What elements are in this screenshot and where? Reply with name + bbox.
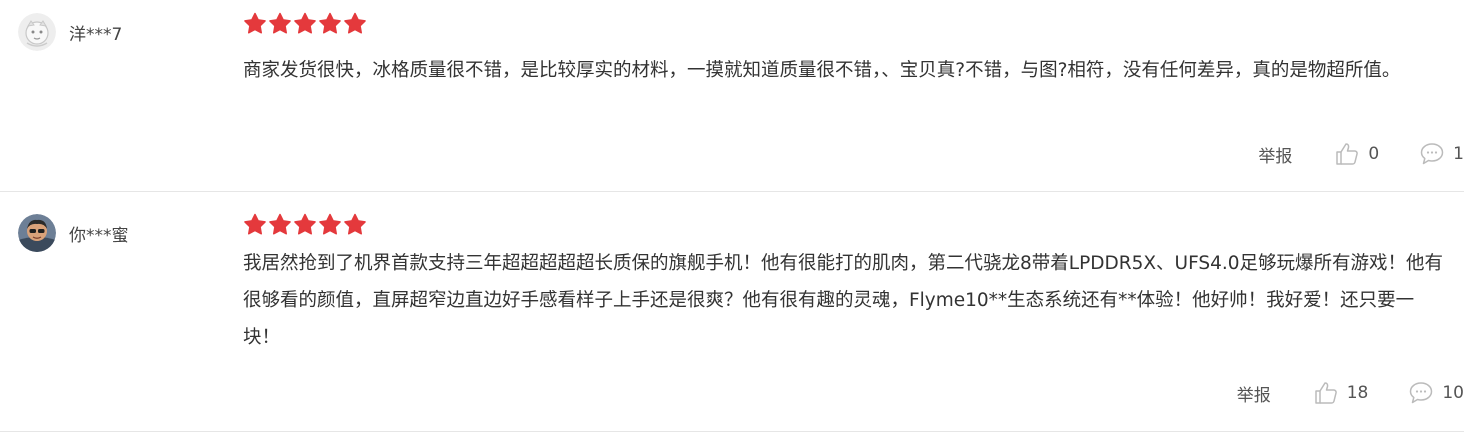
star-rating [243, 12, 368, 36]
like-count: 18 [1346, 383, 1369, 403]
star-icon [268, 12, 292, 36]
like-button[interactable]: 0 [1334, 141, 1379, 167]
star-icon [268, 213, 292, 237]
review-text: 我居然抢到了机界首款支持三年超超超超超长质保的旗舰手机！他有很能打的肌肉，第二代… [243, 253, 1444, 348]
username: 你***蜜 [69, 225, 129, 246]
reviewer-info: 洋***7 [18, 13, 122, 51]
star-rating [243, 213, 368, 237]
comment-button[interactable]: 10 [1408, 380, 1464, 406]
review-text: 商家发货很快，冰格质量很不错，是比较厚实的材料，一摸就知道质量很不错，、宝贝真?… [243, 60, 1401, 81]
review-item: 洋***7 商家发货很快，冰格质量很不错，是比较厚实的材料，一摸就知道质量很不错… [0, 0, 1464, 192]
avatar [18, 214, 56, 252]
star-icon [293, 213, 317, 237]
speech-bubble-icon [1420, 143, 1444, 165]
star-icon [343, 213, 367, 237]
speech-bubble-icon [1410, 382, 1433, 404]
star-icon [318, 12, 342, 36]
star-icon [343, 12, 367, 36]
star-icon [243, 12, 267, 36]
review-actions: 举报 18 10 [1237, 380, 1464, 406]
reviewer-info: 你***蜜 [18, 214, 129, 252]
username: 洋***7 [69, 24, 123, 45]
thumbs-up-icon [1336, 143, 1359, 165]
report-button[interactable]: 举报 [1237, 381, 1271, 406]
review-actions: 举报 0 1 [1258, 141, 1464, 167]
comment-button[interactable]: 1 [1419, 141, 1464, 167]
avatar [18, 13, 56, 51]
report-button[interactable]: 举报 [1258, 142, 1292, 167]
review-item: 你***蜜 我居然抢到了机界首款支持三年超超超超超长质保的旗舰手机！他有很能打的… [0, 192, 1464, 432]
comment-count: 1 [1453, 144, 1464, 164]
like-button[interactable]: 18 [1313, 380, 1369, 406]
like-count: 0 [1368, 144, 1380, 164]
star-icon [293, 12, 317, 36]
thumbs-up-icon [1314, 382, 1337, 404]
star-icon [318, 213, 342, 237]
star-icon [243, 213, 267, 237]
comment-count: 10 [1442, 383, 1464, 403]
